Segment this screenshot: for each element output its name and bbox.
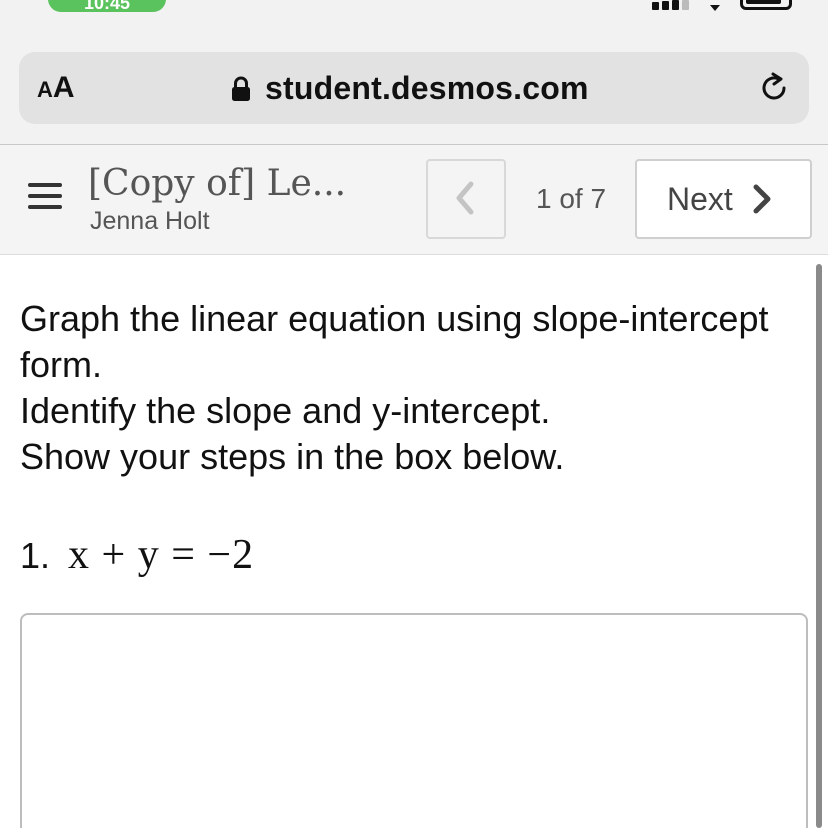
scrollbar[interactable] bbox=[816, 264, 822, 828]
prompt-text: Graph the linear equation using slope-in… bbox=[20, 296, 810, 480]
chevron-left-icon bbox=[456, 181, 474, 215]
answer-input-box[interactable] bbox=[20, 613, 808, 828]
address-bar[interactable]: AA student.desmos.com bbox=[19, 52, 809, 124]
activity-header: [Copy of] Le... Jenna Holt 1 of 7 Next bbox=[0, 145, 828, 255]
time-pill: 10:45 bbox=[48, 0, 166, 12]
page-indicator: 1 of 7 bbox=[535, 183, 607, 214]
question-equation: x + y = −2 bbox=[68, 532, 255, 578]
lock-icon bbox=[231, 76, 251, 102]
question-number: 1. bbox=[20, 535, 51, 576]
prompt-line: Graph the linear equation using slope-in… bbox=[20, 298, 769, 385]
reload-icon[interactable] bbox=[757, 71, 791, 105]
status-bar: 10:45 bbox=[0, 0, 828, 24]
battery-icon bbox=[740, 0, 792, 10]
next-button-label: Next bbox=[667, 181, 733, 217]
prompt-line: Show your steps in the box below. bbox=[20, 436, 565, 477]
next-button[interactable]: Next bbox=[635, 159, 812, 239]
hamburger-menu-icon[interactable] bbox=[28, 181, 62, 211]
screen-content: Graph the linear equation using slope-in… bbox=[0, 256, 828, 828]
cellular-signal-icon bbox=[652, 0, 692, 10]
wifi-icon bbox=[706, 0, 724, 11]
question-1: 1. x + y = −2 bbox=[20, 532, 254, 578]
browser-toolbar: AA student.desmos.com bbox=[0, 24, 828, 145]
teacher-name: Jenna Holt bbox=[90, 207, 210, 235]
text-size-button[interactable]: AA bbox=[37, 70, 75, 106]
url-text[interactable]: student.desmos.com bbox=[265, 68, 589, 108]
previous-button[interactable] bbox=[426, 159, 506, 239]
prompt-line: Identify the slope and y-intercept. bbox=[20, 390, 551, 431]
chevron-right-icon bbox=[753, 184, 771, 214]
activity-title[interactable]: [Copy of] Le... bbox=[88, 163, 346, 204]
